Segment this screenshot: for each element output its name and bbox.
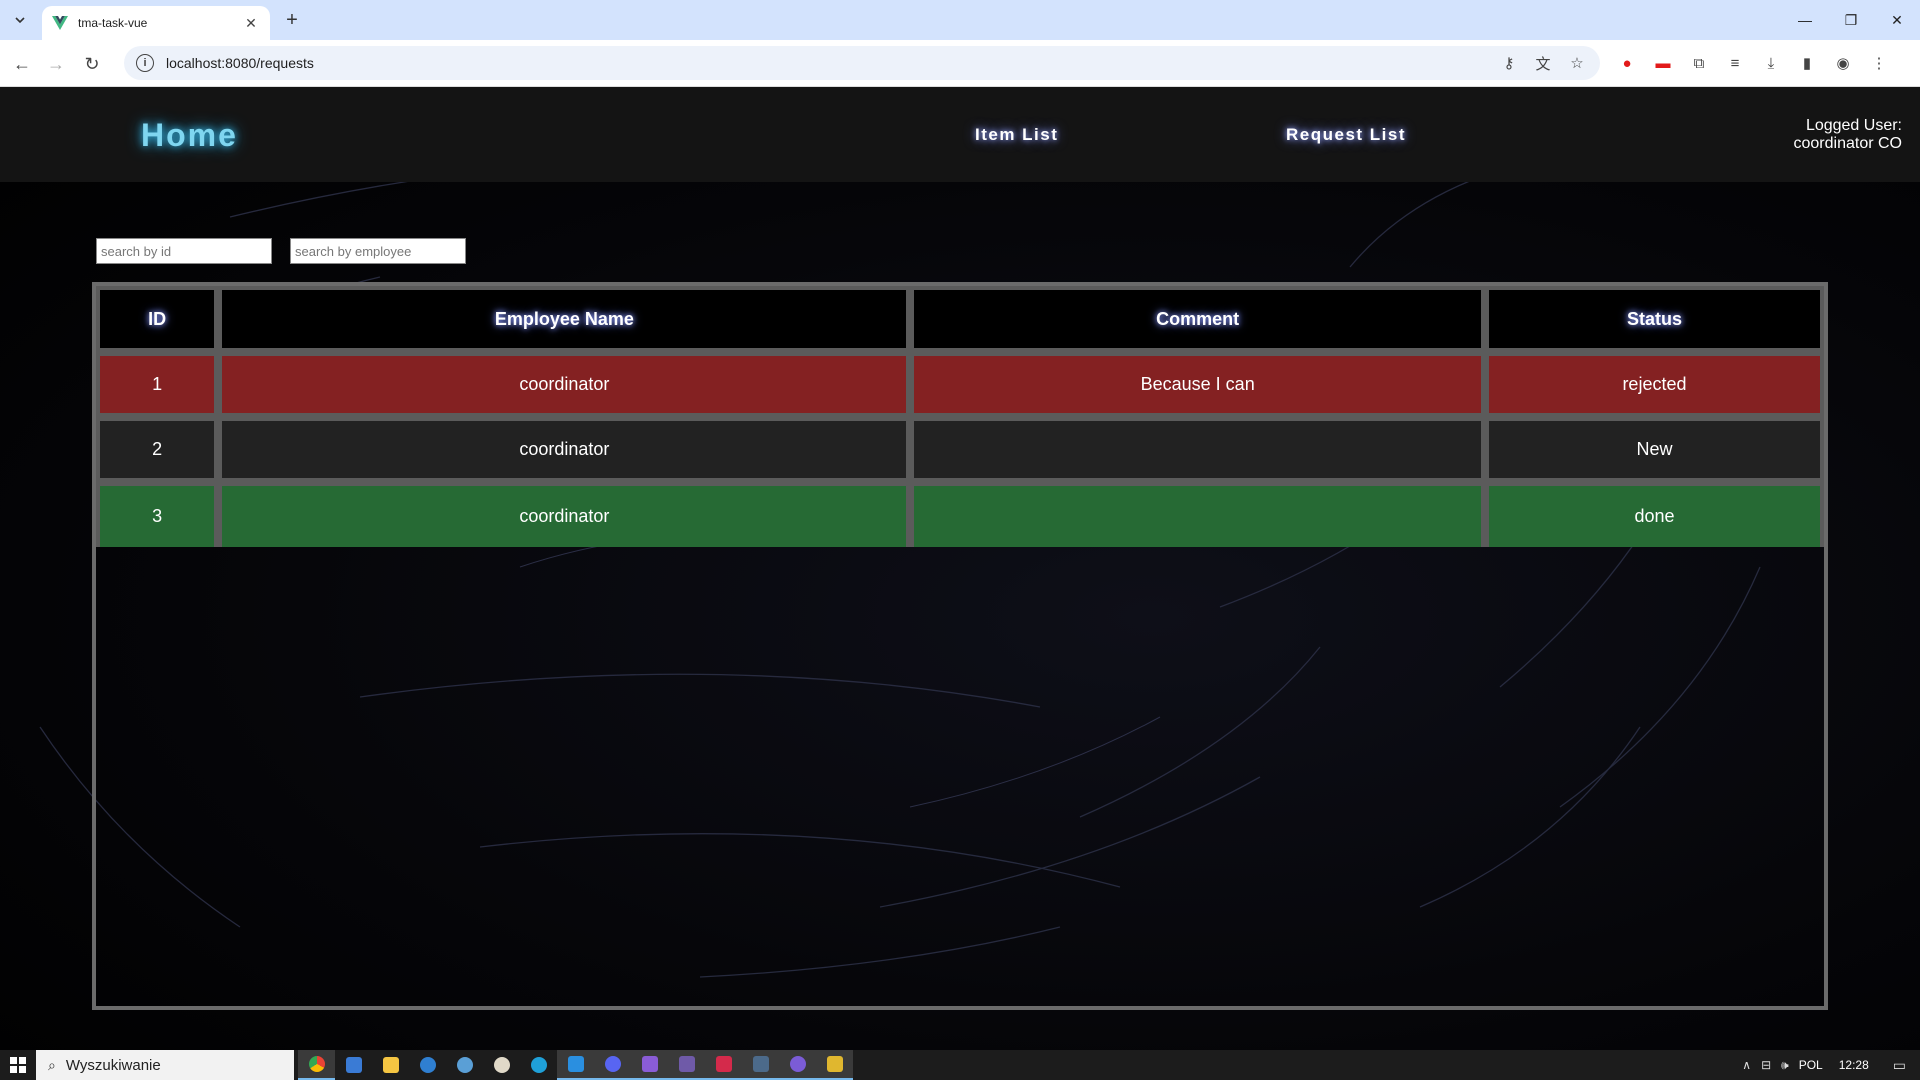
browser-tab[interactable]: tma-task-vue ✕ (42, 6, 270, 40)
cell-employee: coordinator (218, 417, 911, 482)
clock[interactable]: 12:28 (1839, 1058, 1869, 1072)
logged-user-name: coordinator CO (1793, 135, 1903, 152)
taskbar-edge-icon[interactable] (520, 1050, 557, 1080)
taskbar-github-icon[interactable] (779, 1050, 816, 1080)
back-icon[interactable]: ← (8, 50, 36, 78)
extensions-puzzle-icon[interactable]: ⧉ (1686, 50, 1712, 76)
requests-table-container: ID Employee Name Comment Status 1 coordi… (92, 282, 1828, 1010)
windows-logo-icon (10, 1057, 26, 1073)
bookmark-star-icon[interactable]: ☆ (1564, 50, 1590, 76)
address-url: localhost:8080/requests (166, 55, 314, 71)
cell-id: 2 (96, 417, 219, 482)
search-by-employee-input[interactable] (290, 238, 466, 264)
taskbar-chrome-icon[interactable] (298, 1050, 335, 1080)
site-info-icon[interactable]: i (136, 54, 154, 72)
system-tray: ∧ ⊟ 🕪 POL 12:28 ▭ (1742, 1050, 1920, 1080)
table-row[interactable]: 2 coordinator New (96, 417, 1824, 482)
taskbar-file-explorer-icon[interactable] (372, 1050, 409, 1080)
taskbar-paint-icon[interactable] (483, 1050, 520, 1080)
home-link[interactable]: Home (141, 117, 238, 154)
address-bar[interactable]: i localhost:8080/requests ⚷ 文 ☆ (124, 46, 1600, 80)
taskbar-apps (298, 1050, 853, 1080)
restore-icon[interactable]: ❐ (1828, 0, 1874, 40)
nav-request-list[interactable]: Request List (1286, 125, 1406, 145)
taskbar-vscode-icon[interactable] (557, 1050, 594, 1080)
reload-icon[interactable]: ↻ (78, 50, 106, 78)
volume-icon[interactable]: 🕪 (1781, 1058, 1789, 1073)
vue-logo-icon (52, 16, 68, 30)
extension-red-icon[interactable]: ▬ (1650, 50, 1676, 76)
cell-employee: coordinator (218, 482, 911, 547)
language-indicator[interactable]: POL (1799, 1058, 1823, 1072)
windows-taskbar: ⌕ Wyszukiwanie ∧ ⊟ 🕪 POL 12:28 ▭ (0, 1050, 1920, 1080)
table-row[interactable]: 1 coordinator Because I can rejected (96, 352, 1824, 417)
taskbar-visual-studio-icon[interactable] (631, 1050, 668, 1080)
taskbar-search-label: Wyszukiwanie (65, 1056, 161, 1074)
translate-icon[interactable]: 文 (1530, 50, 1556, 76)
logged-user-info: Logged User: coordinator CO (1794, 117, 1903, 153)
tab-title: tma-task-vue (78, 16, 148, 30)
browser-toolbar: ← → ↻ i localhost:8080/requests ⚷ 文 ☆ ● … (0, 40, 1920, 87)
media-control-icon[interactable]: ≡ (1722, 50, 1748, 76)
close-window-icon[interactable]: ✕ (1874, 0, 1920, 40)
profile-avatar-icon[interactable]: ◉ (1830, 50, 1856, 76)
taskbar-app-3-icon[interactable] (816, 1050, 853, 1080)
notifications-icon[interactable]: ▭ (1893, 1057, 1906, 1074)
cell-status: New (1484, 417, 1824, 482)
chevron-up-icon[interactable]: ∧ (1742, 1058, 1751, 1072)
logged-user-label: Logged User: (1805, 117, 1902, 134)
table-row[interactable]: 3 coordinator done (96, 482, 1824, 547)
windows-start-button[interactable] (0, 1050, 36, 1080)
cell-id: 1 (96, 352, 219, 417)
taskbar-app-icon[interactable] (446, 1050, 483, 1080)
forward-icon[interactable]: → (42, 50, 70, 78)
table-header-row: ID Employee Name Comment Status (96, 286, 1824, 352)
side-panel-icon[interactable]: ▮ (1794, 50, 1820, 76)
cell-employee: coordinator (218, 352, 911, 417)
cell-comment (910, 417, 1485, 482)
browser-tabstrip: tma-task-vue ✕ + — ❐ ✕ (0, 0, 1920, 40)
nav-item-list[interactable]: Item List (975, 125, 1058, 145)
cell-comment: Because I can (910, 352, 1485, 417)
taskbar-edge-legacy-icon[interactable] (409, 1050, 446, 1080)
page-content: Home Item List Request List Logged User:… (0, 87, 1920, 1050)
column-header-id: ID (96, 286, 219, 352)
browser-menu-icon[interactable]: ⋮ (1866, 50, 1892, 76)
key-icon[interactable]: ⚷ (1496, 50, 1522, 76)
requests-table: ID Employee Name Comment Status 1 coordi… (96, 286, 1824, 547)
download-icon[interactable]: ⤓ (1758, 50, 1784, 76)
taskbar-task-view-icon[interactable] (335, 1050, 372, 1080)
minimize-icon[interactable]: — (1782, 0, 1828, 40)
taskbar-csharp-icon[interactable] (668, 1050, 705, 1080)
taskbar-rider-icon[interactable] (705, 1050, 742, 1080)
column-header-employee-name: Employee Name (218, 286, 911, 352)
chevron-down-icon (15, 17, 25, 24)
search-icon: ⌕ (48, 1056, 56, 1073)
search-by-id-input[interactable] (96, 238, 272, 264)
cell-status: rejected (1484, 352, 1824, 417)
opera-extension-icon[interactable]: ● (1614, 50, 1640, 76)
cell-status: done (1484, 482, 1824, 547)
taskbar-discord-icon[interactable] (594, 1050, 631, 1080)
taskbar-search-box[interactable]: ⌕ Wyszukiwanie (36, 1050, 294, 1080)
column-header-comment: Comment (910, 286, 1485, 352)
close-tab-icon[interactable]: ✕ (242, 14, 260, 32)
network-icon[interactable]: ⊟ (1761, 1058, 1771, 1072)
column-header-status: Status (1484, 286, 1824, 352)
taskbar-app-2-icon[interactable] (742, 1050, 779, 1080)
new-tab-button[interactable]: + (280, 8, 304, 32)
cell-comment (910, 482, 1485, 547)
app-navbar: Home Item List Request List Logged User:… (0, 87, 1920, 182)
cell-id: 3 (96, 482, 219, 547)
tab-search-button[interactable] (8, 8, 32, 32)
